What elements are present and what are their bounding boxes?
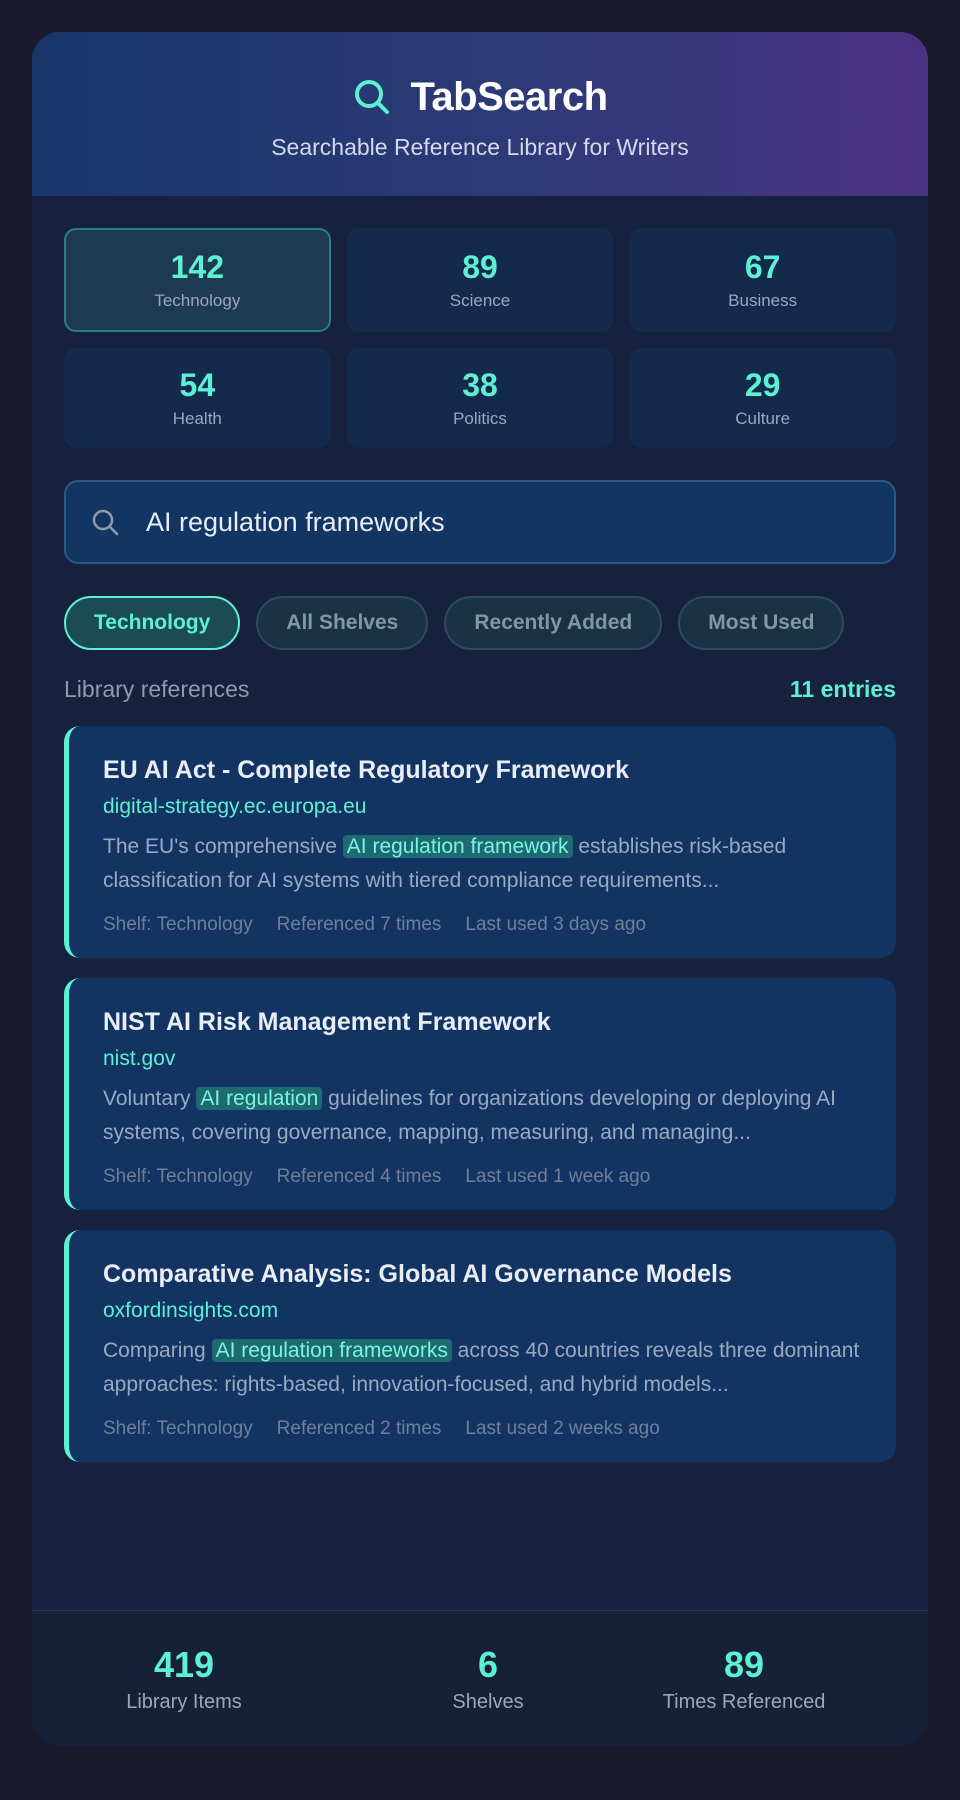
stat-value: 38 xyxy=(462,367,498,403)
results-count: 11 entries xyxy=(789,675,896,702)
result-card[interactable]: NIST AI Risk Management Framework nist.g… xyxy=(64,978,896,1210)
result-url[interactable]: oxfordinsights.com xyxy=(103,1298,864,1324)
stat-label: Politics xyxy=(453,409,507,428)
result-shelf: Shelf: Technology xyxy=(103,914,253,935)
stat-value: 67 xyxy=(744,249,781,285)
stat-card-health[interactable]: 54 Health xyxy=(64,348,331,448)
app-subtitle: Searchable Reference Library for Writers xyxy=(271,134,689,160)
result-referenced: Referenced 4 times xyxy=(276,1166,442,1187)
result-last-used: Last used 3 days ago xyxy=(465,914,647,935)
stat-card-culture[interactable]: 29 Culture xyxy=(629,348,896,448)
filter-chips: Technology All Shelves Recently Added Mo… xyxy=(64,596,896,650)
footer-stat-times-referenced: 89 Times Referenced xyxy=(624,1645,864,1714)
filter-chip-all-shelves[interactable]: All Shelves xyxy=(256,596,429,650)
search-icon xyxy=(92,509,119,536)
result-title[interactable]: Comparative Analysis: Global AI Governan… xyxy=(103,1258,864,1290)
results-list: EU AI Act - Complete Regulatory Framewor… xyxy=(64,726,896,1462)
result-last-used: Last used 2 weeks ago xyxy=(465,1418,660,1439)
search-bar[interactable] xyxy=(64,480,896,564)
search-highlight: AI regulation frameworks xyxy=(211,1339,452,1362)
result-url[interactable]: nist.gov xyxy=(103,1046,864,1072)
results-section-title: Library references xyxy=(64,675,250,702)
footer-stat-shelves: 6 Shelves xyxy=(398,1645,578,1714)
search-highlight: AI regulation framework xyxy=(342,835,573,858)
stat-card-science[interactable]: 89 Science xyxy=(346,228,614,332)
result-title[interactable]: EU AI Act - Complete Regulatory Framewor… xyxy=(103,754,864,786)
result-title[interactable]: NIST AI Risk Management Framework xyxy=(103,1006,864,1038)
result-snippet: Comparing AI regulation frameworks acros… xyxy=(103,1334,864,1402)
footer-stat-library-items: 419 Library Items xyxy=(94,1645,274,1714)
category-stats: 142 Technology 89 Science 67 Business 54… xyxy=(64,228,896,448)
result-snippet: The EU's comprehensive AI regulation fra… xyxy=(103,830,864,898)
result-snippet: Voluntary AI regulation guidelines for o… xyxy=(103,1082,864,1150)
title-row: TabSearch xyxy=(352,74,608,120)
stat-card-politics[interactable]: 38 Politics xyxy=(346,348,614,448)
stat-card-business[interactable]: 67 Business xyxy=(629,228,896,332)
app-window: TabSearch Searchable Reference Library f… xyxy=(32,32,928,1746)
snippet-text: Voluntary xyxy=(103,1087,197,1110)
footer-stat-value: 6 xyxy=(477,1644,499,1685)
stat-value: 54 xyxy=(179,367,216,403)
stat-value: 142 xyxy=(170,249,225,285)
stat-label: Culture xyxy=(735,409,791,428)
result-card[interactable]: Comparative Analysis: Global AI Governan… xyxy=(64,1230,896,1462)
filter-chip-technology[interactable]: Technology xyxy=(64,596,241,650)
stat-label: Science xyxy=(449,291,511,310)
stat-card-technology[interactable]: 142 Technology xyxy=(64,228,331,332)
stat-value: 89 xyxy=(462,249,498,285)
filter-chip-most-used[interactable]: Most Used xyxy=(678,596,845,650)
stat-label: Business xyxy=(728,291,798,310)
header: TabSearch Searchable Reference Library f… xyxy=(32,32,928,196)
result-referenced: Referenced 7 times xyxy=(276,914,442,935)
footer-stat-value: 89 xyxy=(723,1644,765,1685)
stat-label: Health xyxy=(172,409,222,428)
result-url[interactable]: digital-strategy.ec.europa.eu xyxy=(103,794,864,820)
app-title: TabSearch xyxy=(410,74,608,119)
footer-stat-value: 419 xyxy=(153,1644,215,1685)
snippet-text: The EU's comprehensive xyxy=(103,835,343,858)
result-meta: Shelf: Technology Referenced 4 times Las… xyxy=(103,1166,864,1188)
result-meta: Shelf: Technology Referenced 7 times Las… xyxy=(103,914,864,936)
filter-chip-recently-added[interactable]: Recently Added xyxy=(444,596,663,650)
footer-stats: 419 Library Items 6 Shelves 89 Times Ref… xyxy=(32,1610,928,1746)
footer-stat-label: Times Referenced xyxy=(662,1691,826,1713)
stat-value: 29 xyxy=(744,367,781,403)
stat-label: Technology xyxy=(154,291,241,310)
footer-stat-label: Shelves xyxy=(452,1691,524,1713)
result-referenced: Referenced 2 times xyxy=(276,1418,442,1439)
results-header: Library references 11 entries xyxy=(64,674,896,704)
main-content: 142 Technology 89 Science 67 Business 54… xyxy=(32,196,928,1462)
result-shelf: Shelf: Technology xyxy=(103,1418,253,1439)
result-last-used: Last used 1 week ago xyxy=(465,1166,651,1187)
result-meta: Shelf: Technology Referenced 2 times Las… xyxy=(103,1418,864,1440)
search-highlight: AI regulation xyxy=(196,1087,323,1110)
snippet-text: Comparing xyxy=(103,1339,212,1362)
search-icon xyxy=(355,80,390,114)
result-shelf: Shelf: Technology xyxy=(103,1166,253,1187)
footer-stat-label: Library Items xyxy=(126,1691,242,1713)
result-card[interactable]: EU AI Act - Complete Regulatory Framewor… xyxy=(64,726,896,958)
search-input[interactable] xyxy=(146,506,846,538)
